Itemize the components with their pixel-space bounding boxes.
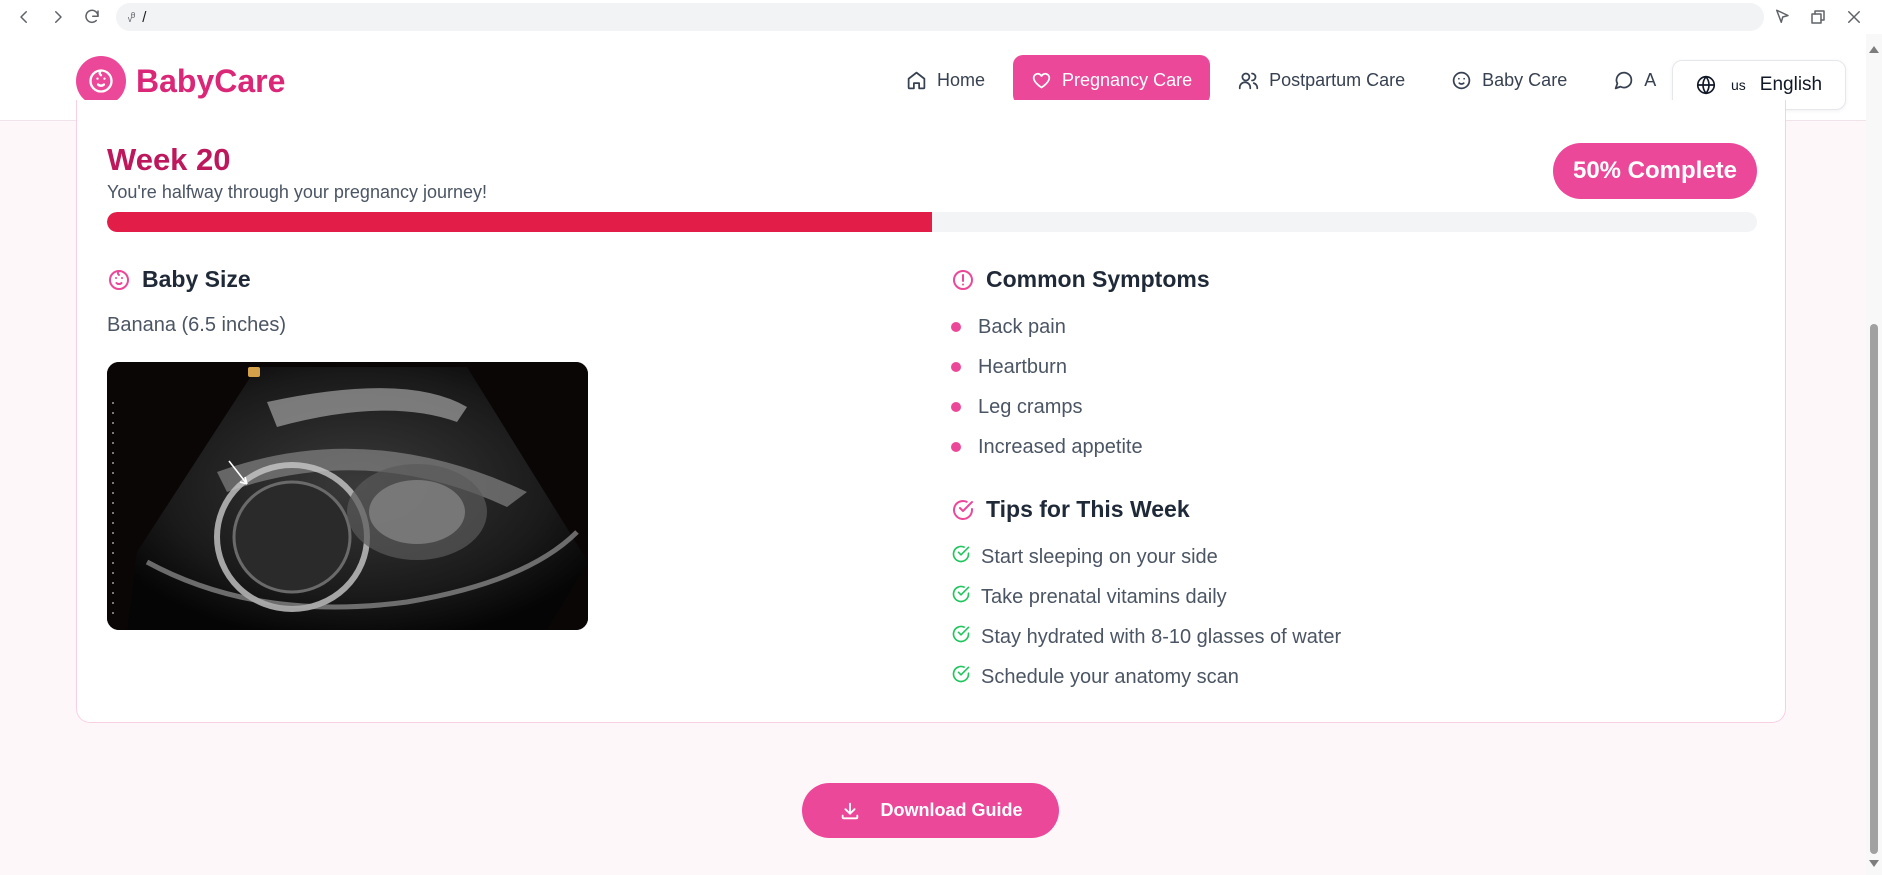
- scroll-thumb[interactable]: [1870, 324, 1878, 854]
- bullet-dot: [951, 402, 961, 412]
- baby-size-value: Banana (6.5 inches): [107, 314, 287, 336]
- list-item: Leg cramps: [951, 387, 1143, 427]
- brand-name: BabyCare: [136, 62, 286, 99]
- tip-text: Start sleeping on your side: [981, 545, 1218, 568]
- bullet-dot: [951, 442, 961, 452]
- week-card: Week 20 You're halfway through your preg…: [76, 100, 1786, 723]
- progress-fill: [107, 212, 932, 232]
- address-bar[interactable]: ᵥᶿ /: [116, 3, 1764, 31]
- baby-icon: [1452, 71, 1471, 89]
- heart-icon: [1032, 72, 1051, 88]
- reload-icon[interactable]: [78, 3, 106, 31]
- flag-code: us: [1731, 77, 1746, 93]
- address-text: /: [142, 8, 147, 26]
- check-icon: [951, 624, 971, 644]
- download-guide-button[interactable]: Download Guide: [802, 783, 1059, 838]
- home-icon: [907, 71, 926, 89]
- bullet-dot: [951, 362, 961, 372]
- symptom-text: Increased appetite: [978, 435, 1143, 458]
- cursor-icon[interactable]: [1768, 3, 1796, 31]
- language-name: English: [1759, 74, 1823, 95]
- nav-ask[interactable]: A: [1595, 55, 1674, 105]
- symptom-text: Leg cramps: [978, 395, 1083, 418]
- tips-list: Start sleeping on your side Take prenata…: [951, 537, 1341, 697]
- list-item: Stay hydrated with 8-10 glasses of water: [951, 617, 1341, 657]
- check-icon: [951, 584, 971, 604]
- list-item: Schedule your anatomy scan: [951, 657, 1341, 697]
- heading-text: Common Symptoms: [986, 266, 1210, 292]
- nav-label: Home: [937, 69, 986, 90]
- check-icon: [951, 544, 971, 564]
- scroll-up-icon[interactable]: [1869, 46, 1879, 53]
- tip-text: Take prenatal vitamins daily: [981, 585, 1227, 608]
- check-circle-icon: [953, 499, 973, 520]
- chat-icon: [1614, 71, 1633, 89]
- tip-text: Schedule your anatomy scan: [981, 665, 1239, 688]
- progress-bar: [107, 212, 1757, 232]
- download-label: Download Guide: [880, 800, 1023, 820]
- symptom-text: Heartburn: [978, 355, 1067, 378]
- week-subtitle: You're halfway through your pregnancy jo…: [107, 182, 488, 202]
- scroll-down-icon[interactable]: [1869, 860, 1879, 867]
- users-icon: [1238, 72, 1259, 89]
- page-scrollbar[interactable]: [1866, 34, 1882, 875]
- globe-icon: [1696, 75, 1716, 95]
- baby-size-heading: Baby Size: [107, 266, 251, 293]
- check-icon: [951, 664, 971, 684]
- nav-label: Pregnancy Care: [1062, 69, 1193, 90]
- nav-postpartum-care[interactable]: Postpartum Care: [1220, 55, 1423, 105]
- back-icon[interactable]: [10, 3, 38, 31]
- week-title: Week 20: [107, 142, 231, 177]
- site-info-icon[interactable]: ᵥᶿ: [128, 10, 135, 24]
- nav-baby-care[interactable]: Baby Care: [1433, 55, 1585, 105]
- nav-label: Baby Care: [1482, 69, 1568, 90]
- symptoms-heading: Common Symptoms: [951, 266, 1210, 293]
- download-icon: [841, 802, 858, 819]
- list-item: Start sleeping on your side: [951, 537, 1341, 577]
- logo[interactable]: BabyCare: [76, 56, 285, 106]
- tip-text: Stay hydrated with 8-10 glasses of water: [981, 625, 1342, 648]
- baby-face-icon: [76, 56, 126, 106]
- symptoms-list: Back pain Heartburn Leg cramps Increased…: [951, 307, 1143, 467]
- close-icon[interactable]: [1840, 3, 1868, 31]
- tips-heading: Tips for This Week: [951, 496, 1190, 523]
- nav-home[interactable]: Home: [888, 55, 1003, 105]
- forward-icon[interactable]: [44, 3, 72, 31]
- browser-toolbar: ᵥᶿ /: [0, 0, 1882, 34]
- nav-pregnancy-care[interactable]: Pregnancy Care: [1013, 55, 1211, 105]
- nav-label: A: [1644, 69, 1657, 90]
- list-item: Heartburn: [951, 347, 1143, 387]
- list-item: Take prenatal vitamins daily: [951, 577, 1341, 617]
- symptom-text: Back pain: [978, 315, 1066, 338]
- heading-text: Tips for This Week: [986, 496, 1190, 522]
- list-item: Back pain: [951, 307, 1143, 347]
- list-item: Increased appetite: [951, 427, 1143, 467]
- bullet-dot: [951, 322, 961, 332]
- heading-text: Baby Size: [142, 266, 251, 292]
- main-nav: Home Pregnancy Care Postpartum Care Baby…: [888, 55, 1684, 105]
- complete-badge: 50% Complete: [1553, 143, 1757, 199]
- ultrasound-image: [107, 362, 588, 630]
- alert-circle-icon: [953, 269, 973, 290]
- baby-icon: [109, 269, 129, 290]
- window-restore-icon[interactable]: [1804, 3, 1832, 31]
- nav-label: Postpartum Care: [1269, 69, 1406, 90]
